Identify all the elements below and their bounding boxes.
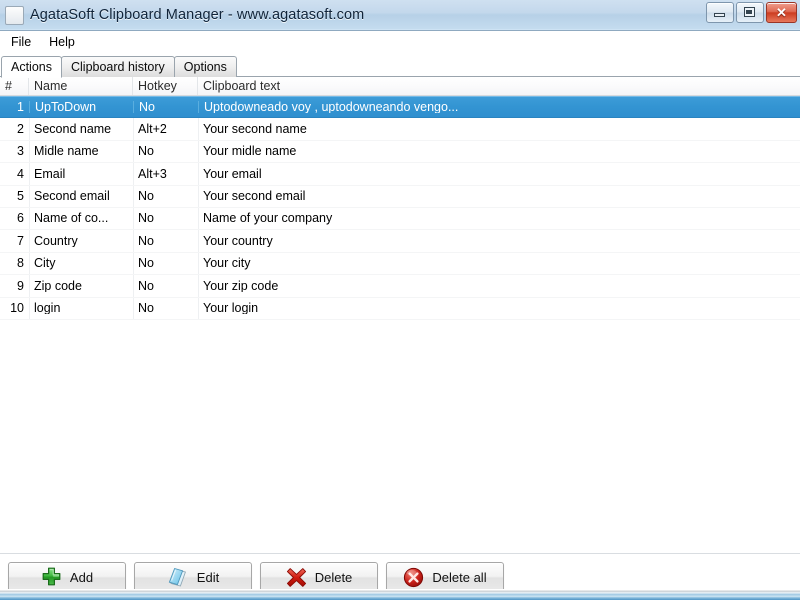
cell-clipboard-text: Your second name (203, 122, 307, 136)
add-button[interactable]: Add (8, 561, 126, 593)
cell-hotkey: No (138, 190, 154, 203)
cell-clipboard-text: Name of your company (203, 212, 333, 225)
edit-button-label: Edit (196, 569, 220, 585)
close-button[interactable]: ✕ (766, 2, 797, 23)
cell-number: 1 (17, 100, 24, 114)
delete-all-button[interactable]: Delete all (386, 561, 504, 593)
minimize-button[interactable] (706, 2, 734, 23)
cell-name: Zip code (34, 279, 82, 293)
cell-name: Country (34, 234, 78, 248)
cell-clipboard-text: Your second email (203, 190, 306, 203)
cell-hotkey: No (138, 257, 154, 270)
cell-hotkey: No (138, 301, 154, 315)
cell-hotkey: No (138, 234, 154, 248)
cell-clipboard-text: Your midle name (203, 145, 297, 158)
cell-number: 5 (17, 190, 24, 203)
delete-button[interactable]: Delete (260, 561, 378, 593)
cell-number: 2 (17, 122, 24, 136)
minimize-icon (714, 13, 725, 17)
window-frame-bottom (0, 589, 800, 600)
table-row[interactable]: 6 Name of co... No Name of your company (0, 208, 800, 231)
red-circle-x-icon (403, 567, 424, 588)
tab-options[interactable]: Options (173, 56, 237, 77)
cell-number: 7 (17, 234, 24, 248)
cell-name: Email (34, 167, 66, 181)
cell-clipboard-text: Your login (203, 301, 259, 315)
column-header-clipboard-text[interactable]: Clipboard text (198, 77, 800, 95)
table-row[interactable]: 5 Second email No Your second email (0, 186, 800, 208)
actions-list[interactable]: # Name Hotkey Clipboard text 1 UpToDown … (0, 77, 800, 554)
cell-hotkey: No (138, 212, 154, 225)
cell-clipboard-text: Your country (203, 234, 273, 248)
cell-hotkey: Alt+2 (138, 122, 167, 136)
cell-number: 8 (17, 257, 24, 270)
cell-name: Second name (34, 122, 112, 136)
red-x-icon (286, 567, 307, 588)
maximize-icon-inner (746, 10, 752, 14)
app-icon (5, 5, 24, 25)
tab-strip: Actions Clipboard history Options (0, 54, 800, 78)
table-row[interactable]: 1 UpToDown No Uptodowneado voy , uptodow… (0, 96, 800, 119)
edit-button[interactable]: Edit (134, 561, 252, 593)
tab-clipboard-history[interactable]: Clipboard history (61, 56, 175, 77)
cell-name: Name of co... (34, 212, 109, 225)
list-body: 1 UpToDown No Uptodowneado voy , uptodow… (0, 96, 800, 320)
add-button-label: Add (69, 569, 94, 585)
tab-actions[interactable]: Actions (1, 56, 62, 78)
cell-name: City (34, 257, 56, 270)
cell-number: 10 (10, 301, 24, 315)
cell-clipboard-text: Uptodowneado voy , uptodowneando vengo..… (198, 100, 800, 114)
cell-number: 3 (17, 145, 24, 158)
menu-bar: File Help (0, 31, 800, 54)
green-plus-icon (41, 567, 62, 588)
window-controls: ✕ (706, 2, 797, 23)
table-row[interactable]: 2 Second name Alt+2 Your second name (0, 118, 800, 141)
cell-number: 9 (17, 279, 24, 293)
menu-item-help[interactable]: Help (40, 33, 84, 52)
blue-book-icon (167, 567, 189, 588)
cell-clipboard-text: Your email (203, 167, 262, 181)
cell-name: login (34, 301, 61, 315)
delete-button-label: Delete (314, 569, 353, 585)
table-row[interactable]: 10 login No Your login (0, 298, 800, 320)
cell-number: 4 (17, 167, 24, 181)
cell-name: UpToDown (29, 100, 133, 114)
table-row[interactable]: 9 Zip code No Your zip code (0, 275, 800, 298)
list-header: # Name Hotkey Clipboard text (0, 77, 800, 96)
column-header-number[interactable]: # (0, 77, 29, 95)
title-bar: AgataSoft Clipboard Manager - www.agatas… (0, 0, 800, 31)
window-title: AgataSoft Clipboard Manager - www.agatas… (30, 7, 365, 23)
delete-all-button-label: Delete all (432, 569, 487, 585)
table-row[interactable]: 3 Midle name No Your midle name (0, 141, 800, 164)
table-row[interactable]: 7 Country No Your country (0, 230, 800, 253)
cell-number: 6 (17, 212, 24, 225)
column-header-name[interactable]: Name (29, 77, 133, 95)
cell-hotkey: Alt+3 (138, 167, 167, 181)
table-row[interactable]: 8 City No Your city (0, 253, 800, 276)
app-window: AgataSoft Clipboard Manager - www.agatas… (0, 0, 800, 600)
close-icon: ✕ (776, 5, 787, 20)
menu-item-file[interactable]: File (2, 33, 40, 52)
cell-clipboard-text: Your zip code (203, 279, 279, 293)
column-header-hotkey[interactable]: Hotkey (133, 77, 198, 95)
cell-hotkey: No (138, 145, 154, 158)
cell-name: Midle name (34, 145, 99, 158)
cell-clipboard-text: Your city (203, 257, 251, 270)
table-row[interactable]: 4 Email Alt+3 Your email (0, 163, 800, 186)
cell-hotkey: No (138, 279, 154, 293)
cell-name: Second email (34, 190, 110, 203)
cell-hotkey: No (133, 100, 198, 114)
maximize-button[interactable] (736, 2, 764, 23)
